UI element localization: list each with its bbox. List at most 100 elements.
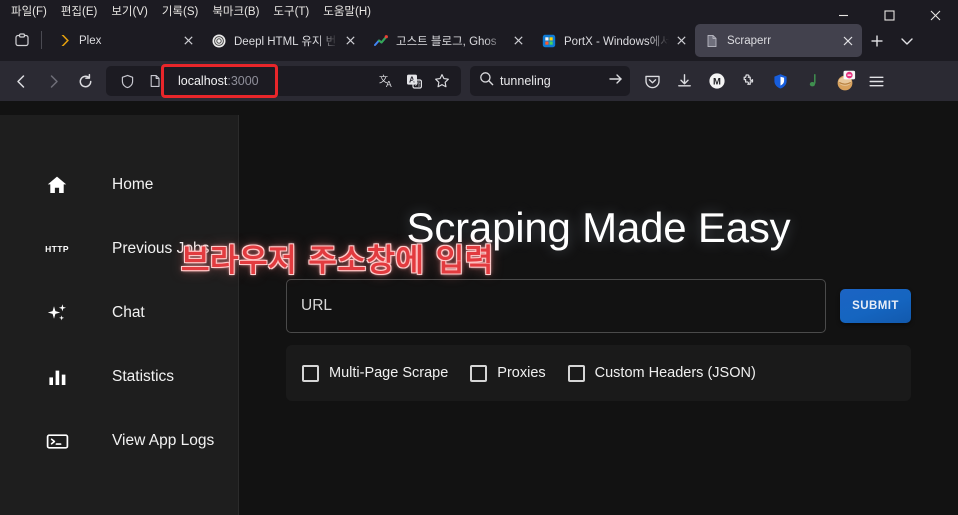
menu-item-file[interactable]: 파일(F) <box>4 1 54 21</box>
sidebar-item-label: View App Logs <box>112 432 215 450</box>
back-button[interactable] <box>6 66 37 97</box>
url-input[interactable]: URL <box>286 279 826 333</box>
translate-icon[interactable]: 文 A <box>373 68 399 94</box>
menu-item-view[interactable]: 보기(V) <box>104 1 155 21</box>
scrape-options-panel: Multi-Page Scrape Proxies Custom Headers… <box>286 345 911 401</box>
menu-item-edit[interactable]: 편집(E) <box>54 1 105 21</box>
korean-annotation-text: 브라우저 주소창에 입력 <box>181 243 494 279</box>
checkbox[interactable] <box>470 364 488 382</box>
option-label: Proxies <box>497 365 546 381</box>
tab-ghost-blog[interactable]: 고스트 블로그, Ghos <box>364 24 532 57</box>
tab-overview-button[interactable] <box>892 26 922 56</box>
tab-title: Scraperr <box>727 34 772 47</box>
plus-icon <box>871 35 883 47</box>
shield-icon[interactable] <box>114 68 140 94</box>
close-icon <box>843 36 853 45</box>
forward-button[interactable] <box>38 66 69 97</box>
tab-close-button[interactable] <box>178 31 198 51</box>
svg-text:M: M <box>713 77 721 88</box>
list-all-tabs-button[interactable] <box>6 24 38 56</box>
page-icon[interactable] <box>142 68 168 94</box>
url-input-label: URL <box>301 297 333 314</box>
close-icon <box>930 10 940 20</box>
search-go-button[interactable] <box>608 71 624 92</box>
sidebar-item-label: Statistics <box>112 368 175 386</box>
pocket-icon[interactable] <box>637 66 668 97</box>
option-label: Custom Headers (JSON) <box>594 365 756 381</box>
terminal-icon <box>44 430 70 453</box>
tab-plex[interactable]: Plex <box>47 24 202 57</box>
tab-close-button[interactable] <box>838 31 858 51</box>
search-bar[interactable]: tunneling <box>470 66 630 96</box>
sidebar-item-statistics[interactable]: Statistics <box>0 345 238 409</box>
translate-alt-icon[interactable]: A 가 <box>401 68 427 94</box>
tab-close-button[interactable] <box>671 31 691 51</box>
option-multi-page-scrape[interactable]: Multi-Page Scrape <box>302 364 449 382</box>
close-icon <box>676 36 686 45</box>
menu-item-history[interactable]: 기록(S) <box>155 1 206 21</box>
tab-close-button[interactable] <box>508 31 528 51</box>
checkbox[interactable] <box>567 364 585 382</box>
http-icon: HTTP <box>45 244 69 254</box>
checkbox[interactable] <box>302 364 319 382</box>
extensions-toolbar: M <box>637 66 892 97</box>
menu-bar: 파일(F) 편집(E) 보기(V) 기록(S) 북마크(B) 도구(T) 도움말… <box>0 0 958 21</box>
tab-deepl[interactable]: Deepl HTML 유지 번 <box>202 24 364 57</box>
maximize-button[interactable] <box>866 1 912 29</box>
search-input[interactable]: tunneling <box>500 74 602 88</box>
menu-item-bookmarks[interactable]: 북마크(B) <box>205 1 266 21</box>
tab-title: 고스트 블로그, Ghos <box>396 35 497 48</box>
close-icon <box>513 36 523 45</box>
new-tab-button[interactable] <box>862 26 892 56</box>
profile-avatar-icon[interactable] <box>829 66 860 97</box>
menu-item-tools[interactable]: 도구(T) <box>266 1 316 21</box>
address-bar[interactable]: localhost:3000 文 A A 가 <box>106 66 461 96</box>
main-content: Scraping Made Easy URL SUBMIT Multi-Page… <box>239 115 958 515</box>
sparkles-icon <box>44 302 70 325</box>
tab-portx[interactable]: PortX - Windows에서 <box>532 24 695 57</box>
address-bar-container: localhost:3000 文 A A 가 <box>106 64 461 98</box>
close-button[interactable] <box>912 1 958 29</box>
option-proxies[interactable]: Proxies <box>470 364 546 382</box>
scrape-form: URL SUBMIT <box>286 279 911 333</box>
chart-icon <box>373 33 389 49</box>
star-icon[interactable] <box>429 68 455 94</box>
svg-text:가: 가 <box>414 80 420 88</box>
sidebar-item-label: Home <box>112 176 154 194</box>
search-icon <box>479 71 494 91</box>
note-icon[interactable] <box>797 66 828 97</box>
bitwarden-shield-icon[interactable] <box>765 66 796 97</box>
app-menu-icon[interactable] <box>861 66 892 97</box>
tab-scraperr[interactable]: Scraperr <box>695 24 862 57</box>
sidebar-item-label: Chat <box>112 304 145 322</box>
tab-separator <box>41 31 42 49</box>
sidebar-item-view-app-logs[interactable]: View App Logs <box>0 409 238 473</box>
minimize-icon <box>838 14 848 16</box>
browser-chrome: 파일(F) 편집(E) 보기(V) 기록(S) 북마크(B) 도구(T) 도움말… <box>0 0 958 101</box>
close-icon <box>183 36 193 45</box>
maximize-icon <box>883 9 895 21</box>
chevron-down-icon <box>901 38 913 45</box>
arrow-left-icon <box>17 74 25 88</box>
reload-button[interactable] <box>70 66 101 97</box>
tab-close-button[interactable] <box>340 31 360 51</box>
svg-text:A: A <box>386 79 392 89</box>
url-text[interactable]: localhost:3000 <box>172 72 371 90</box>
tab-list-icon <box>15 33 29 47</box>
metamask-icon[interactable]: M <box>701 66 732 97</box>
downloads-icon[interactable] <box>669 66 700 97</box>
sidebar-item-chat[interactable]: Chat <box>0 281 238 345</box>
tab-title: Deepl HTML 유지 번 <box>234 35 337 48</box>
tab-strip: Plex Deepl HTML 유지 번 고스트 블로그, Ghos PortX… <box>0 21 958 61</box>
option-custom-headers[interactable]: Custom Headers (JSON) <box>567 364 756 382</box>
navigation-toolbar: localhost:3000 文 A A 가 tunneling M <box>0 61 958 101</box>
chatgpt-icon <box>211 33 227 49</box>
page-content: Home HTTP Previous Jobs Chat Statistics … <box>0 115 958 515</box>
extension-puzzle-icon[interactable] <box>733 66 764 97</box>
tab-title: Plex <box>79 34 102 47</box>
arrow-right-icon <box>50 74 58 88</box>
menu-item-help[interactable]: 도움말(H) <box>316 1 378 21</box>
sidebar-item-home[interactable]: Home <box>0 153 238 217</box>
submit-button[interactable]: SUBMIT <box>840 289 911 323</box>
option-label: Multi-Page Scrape <box>329 365 449 381</box>
